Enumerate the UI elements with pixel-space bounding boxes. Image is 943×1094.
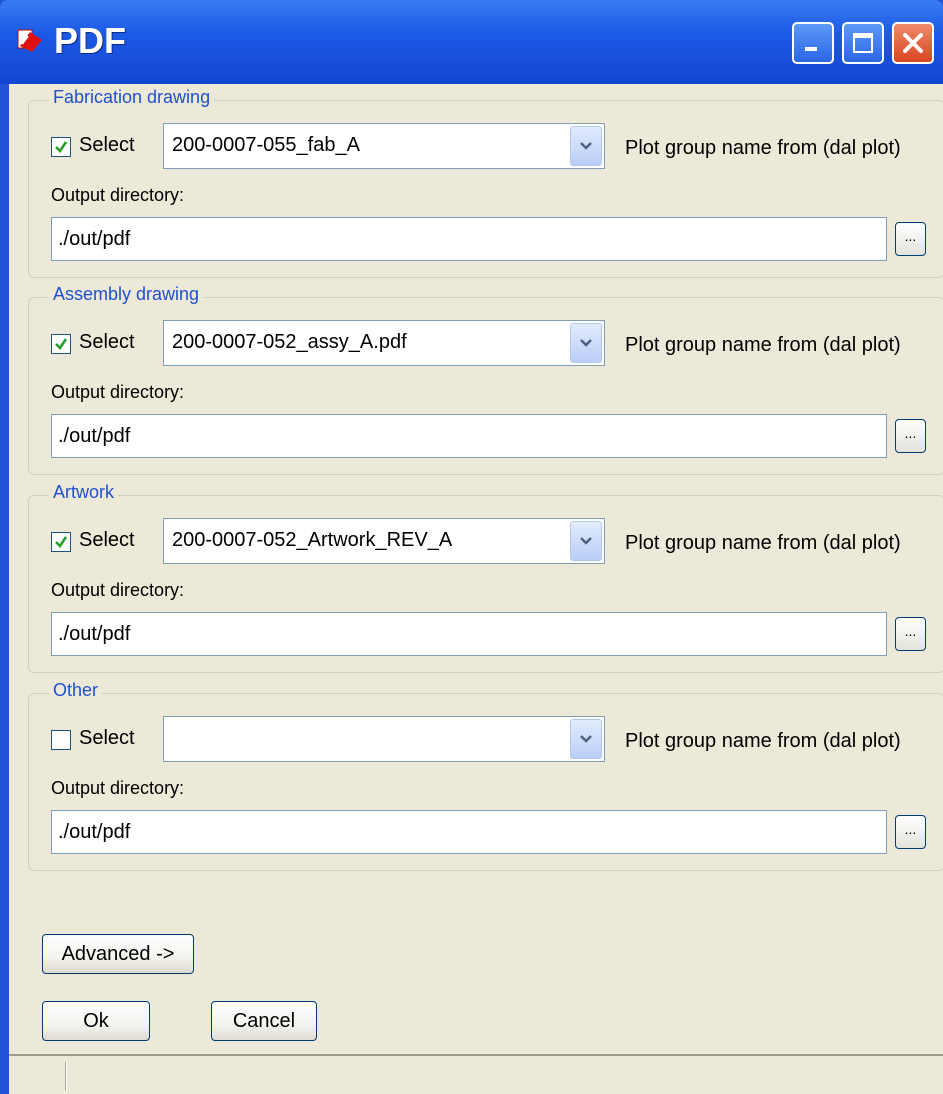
select-checkbox[interactable] [51, 137, 71, 157]
plot-group-hint: Plot group name from (dal plot) [625, 730, 901, 752]
select-label[interactable]: Select [79, 529, 135, 552]
browse-button[interactable]: ... [895, 617, 926, 651]
assembly-drawing-group: Assembly drawing Select 200-0007-052_ass… [28, 284, 943, 475]
maximize-icon [853, 33, 873, 53]
combo-value: 200-0007-052_Artwork_REV_A [172, 529, 453, 551]
checkmark-icon [55, 536, 68, 548]
chevron-down-icon [580, 339, 592, 347]
combo-dropdown-button[interactable] [570, 521, 602, 561]
plot-group-hint: Plot group name from (dal plot) [625, 532, 901, 554]
window-title: PDF [54, 20, 126, 61]
output-directory-value: ./out/pdf [58, 821, 131, 843]
select-label[interactable]: Select [79, 134, 135, 157]
group-legend: Assembly drawing [49, 284, 204, 305]
combo-dropdown-button[interactable] [570, 719, 602, 759]
group-legend: Other [49, 680, 103, 701]
minimize-button[interactable] [792, 22, 834, 64]
close-icon [903, 33, 923, 53]
app-icon [16, 26, 46, 56]
artwork-group: Artwork Select 200-0007-052_Artwork_REV_… [28, 482, 943, 673]
group-legend: Fabrication drawing [49, 87, 215, 108]
plot-group-hint: Plot group name from (dal plot) [625, 334, 901, 356]
plot-group-combo[interactable]: 200-0007-055_fab_A [163, 123, 605, 169]
close-button[interactable] [892, 22, 934, 64]
maximize-button[interactable] [842, 22, 884, 64]
cancel-button[interactable]: Cancel [211, 1001, 317, 1041]
combo-value: 200-0007-052_assy_A.pdf [172, 331, 407, 353]
output-directory-input[interactable]: ./out/pdf [51, 810, 887, 854]
plot-group-combo[interactable]: 200-0007-052_assy_A.pdf [163, 320, 605, 366]
chevron-down-icon [580, 142, 592, 150]
ok-button[interactable]: Ok [42, 1001, 150, 1041]
checkmark-icon [55, 338, 68, 350]
select-checkbox[interactable] [51, 334, 71, 354]
browse-button[interactable]: ... [895, 815, 926, 849]
browse-button[interactable]: ... [895, 222, 926, 256]
chevron-down-icon [580, 537, 592, 545]
plot-group-combo[interactable] [163, 716, 605, 762]
browse-button[interactable]: ... [895, 419, 926, 453]
output-directory-input[interactable]: ./out/pdf [51, 612, 887, 656]
group-legend: Artwork [49, 482, 119, 503]
select-label[interactable]: Select [79, 331, 135, 354]
pdf-dialog-window: PDF Fabrication drawing Select 200-0007-… [0, 0, 943, 1094]
combo-value: 200-0007-055_fab_A [172, 134, 360, 156]
select-checkbox[interactable] [51, 730, 71, 750]
output-directory-value: ./out/pdf [58, 623, 131, 645]
status-bar [9, 1054, 943, 1094]
chevron-down-icon [580, 735, 592, 743]
advanced-button[interactable]: Advanced -> [42, 934, 194, 974]
output-directory-label: Output directory: [51, 580, 185, 600]
output-directory-label: Output directory: [51, 382, 185, 402]
combo-dropdown-button[interactable] [570, 323, 602, 363]
fabrication-drawing-group: Fabrication drawing Select 200-0007-055_… [28, 87, 943, 278]
dialog-client-area: Fabrication drawing Select 200-0007-055_… [9, 84, 943, 1054]
status-bar-divider [65, 1062, 67, 1090]
title-bar[interactable]: PDF [0, 0, 943, 84]
output-directory-input[interactable]: ./out/pdf [51, 414, 887, 458]
select-checkbox[interactable] [51, 532, 71, 552]
output-directory-value: ./out/pdf [58, 228, 131, 250]
checkmark-icon [55, 141, 68, 153]
output-directory-input[interactable]: ./out/pdf [51, 217, 887, 261]
plot-group-combo[interactable]: 200-0007-052_Artwork_REV_A [163, 518, 605, 564]
output-directory-label: Output directory: [51, 185, 185, 205]
select-label[interactable]: Select [79, 727, 135, 750]
output-directory-label: Output directory: [51, 778, 185, 798]
other-group: Other Select Plot group name from (dal p… [28, 680, 943, 871]
plot-group-hint: Plot group name from (dal plot) [625, 137, 901, 159]
combo-dropdown-button[interactable] [570, 126, 602, 166]
output-directory-value: ./out/pdf [58, 425, 131, 447]
minimize-icon [805, 47, 817, 51]
